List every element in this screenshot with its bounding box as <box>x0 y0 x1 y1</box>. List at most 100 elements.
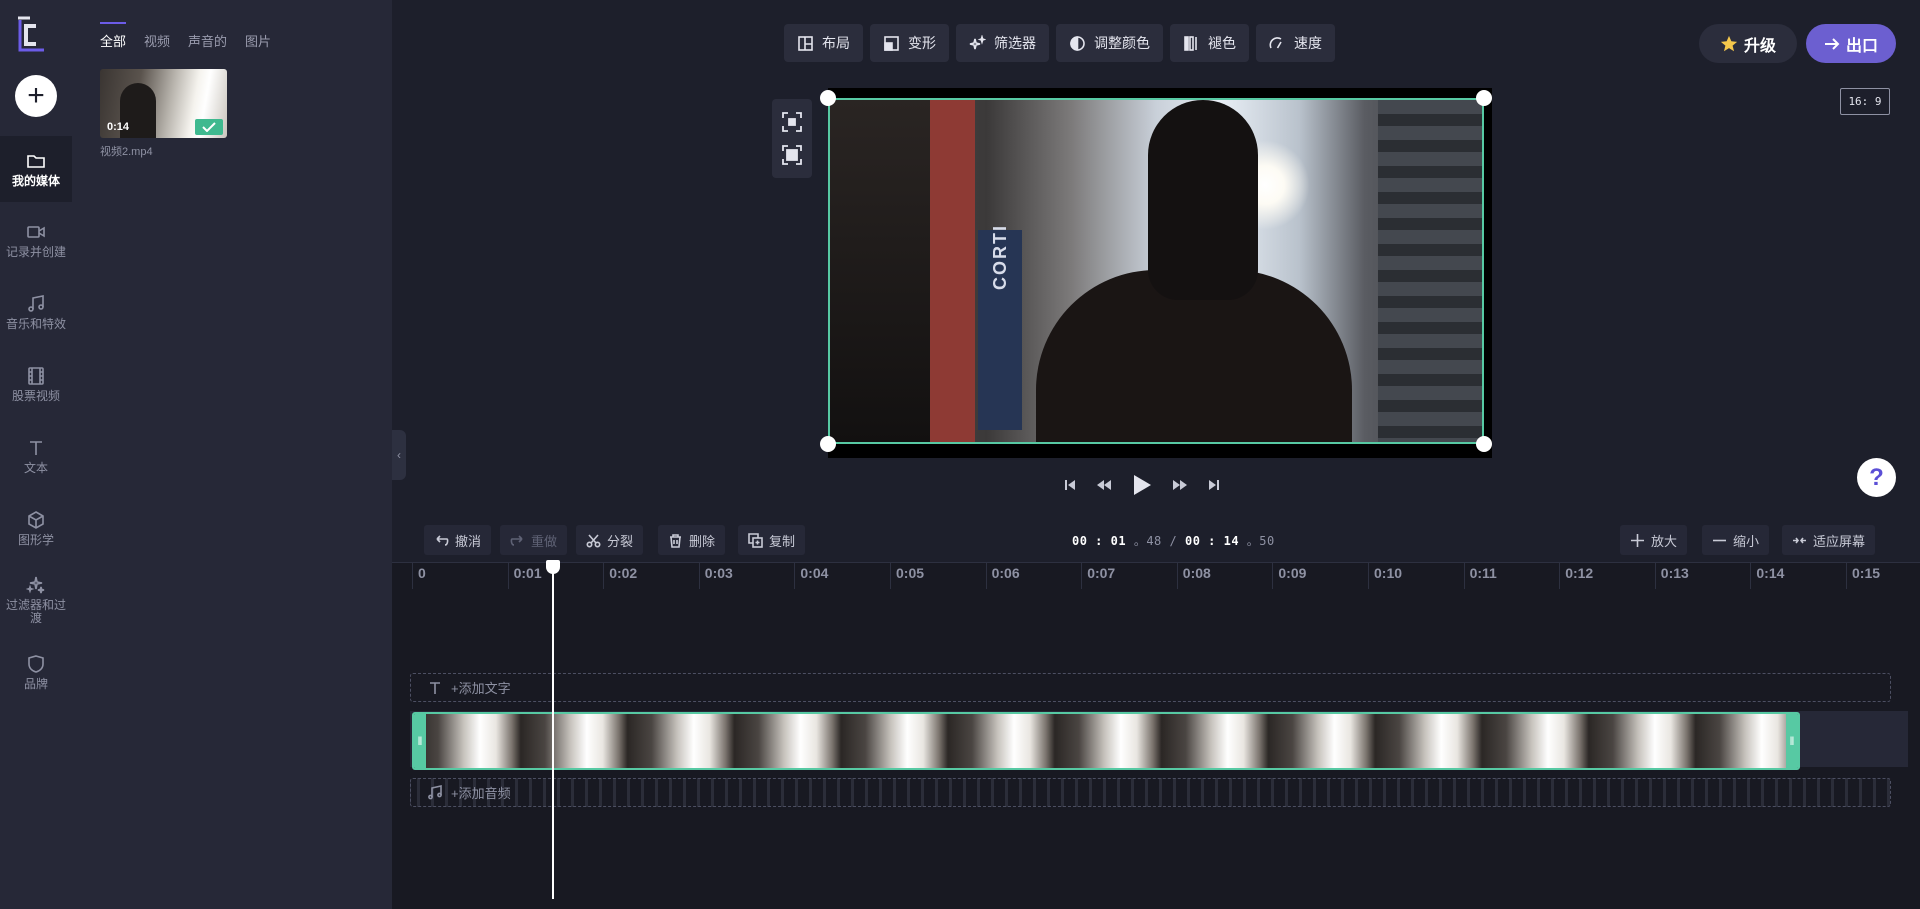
speed-label: 速度 <box>1294 35 1322 51</box>
ruler-tick-label: 0:12 <box>1565 565 1594 581</box>
fit-frame-icon[interactable] <box>781 111 803 133</box>
app-logo-icon[interactable] <box>14 16 58 56</box>
music-icon <box>428 784 442 799</box>
undo-button[interactable]: 撤消 <box>424 525 492 555</box>
ruler-tick-line <box>698 563 700 589</box>
ruler-tick-label: 0:06 <box>991 565 1020 581</box>
rail-item-label: 我的媒体 <box>11 173 60 188</box>
cube-icon <box>28 510 44 529</box>
filters-button[interactable]: 筛选器 <box>956 24 1049 62</box>
video-clip[interactable]: ‖ ‖ <box>412 712 1800 770</box>
tab-images[interactable]: 图片 <box>245 22 271 57</box>
fast-forward-icon[interactable] <box>1172 479 1188 491</box>
upgrade-button[interactable]: 升级 <box>1699 24 1797 63</box>
aspect-ratio-button[interactable]: 16: 9 <box>1840 88 1890 115</box>
delete-button[interactable]: 删除 <box>658 525 726 555</box>
transform-label: 变形 <box>908 35 936 51</box>
text-icon <box>30 440 42 455</box>
tab-all[interactable]: 全部 <box>100 22 127 57</box>
zoom-out-button[interactable]: 缩小 <box>1702 525 1770 555</box>
speed-button[interactable]: 速度 <box>1256 24 1335 62</box>
clip-trim-handle-left[interactable]: ‖ <box>414 714 426 768</box>
duplicate-icon <box>748 532 763 548</box>
rail-item-record[interactable]: 记录并创建 <box>0 207 72 273</box>
ruler-tick-line <box>1654 563 1656 589</box>
thumbnail-filename: 视频2.mp4 <box>100 146 153 158</box>
skip-to-end-icon[interactable] <box>1208 479 1220 491</box>
transform-button[interactable]: 变形 <box>870 24 949 62</box>
add-text-track[interactable]: +添加文字 <box>410 673 1891 702</box>
current-seconds: 01 <box>1110 534 1127 548</box>
ruler-tick-label: 0:09 <box>1278 565 1307 581</box>
add-text-label: +添加文字 <box>451 681 511 696</box>
fit-screen-button[interactable]: 适应屏幕 <box>1782 525 1876 555</box>
rail-item-brand[interactable]: 品牌 <box>0 639 72 705</box>
playhead-handle[interactable] <box>546 560 560 574</box>
ruler-tick-label: 0:11 <box>1469 565 1497 581</box>
split-button[interactable]: 分裂 <box>576 525 644 555</box>
rewind-icon[interactable] <box>1096 479 1112 491</box>
ruler-tick-line <box>507 563 509 589</box>
export-label: 出口 <box>1845 37 1878 55</box>
resize-handle-top-left[interactable] <box>820 90 836 106</box>
fade-button[interactable]: 褪色 <box>1170 24 1249 62</box>
ruler-tick-line <box>794 563 796 589</box>
ruler-tick-label: 0:01 <box>513 565 542 581</box>
split-label: 分裂 <box>607 533 634 549</box>
timeline-ruler[interactable]: 0 0:01 0:02 0:03 0:04 0:05 0:06 0:07 0:08 0:09 0:1… <box>392 562 1920 589</box>
timeline-toolbar: 撤消 重做 分裂 删除 复制 00 : 01 。48 / 00 : 14 。50… <box>392 518 1920 562</box>
ruler-tick-label: 0:10 <box>1374 565 1403 581</box>
ruler-tick-line <box>1368 563 1369 589</box>
ruler-tick-line <box>985 563 987 589</box>
preview-person-head <box>1148 100 1258 300</box>
add-media-button[interactable]: + <box>15 75 57 117</box>
filters-label: 筛选器 <box>994 35 1036 51</box>
skip-to-start-icon[interactable] <box>1064 479 1076 491</box>
resize-handle-bottom-right[interactable] <box>1476 436 1492 452</box>
tab-audio[interactable]: 声音的 <box>188 22 227 57</box>
total-minutes: 00 <box>1184 534 1201 548</box>
media-thumbnail[interactable]: 0:14 <box>100 69 227 138</box>
rail-item-my-media[interactable]: 我的媒体 <box>0 136 72 202</box>
shield-icon <box>28 654 44 673</box>
rail-item-label: 品牌 <box>23 676 48 691</box>
ruler-tick-label: 0:13 <box>1660 565 1689 581</box>
rail-item-music[interactable]: 音乐和特效 <box>0 279 72 345</box>
duplicate-button[interactable]: 复制 <box>738 525 806 555</box>
fill-frame-icon[interactable] <box>781 144 803 166</box>
rail-item-label: 音乐和特效 <box>5 316 66 331</box>
rail-item-text[interactable]: 文本 <box>0 423 72 489</box>
adjust-color-button[interactable]: 调整颜色 <box>1056 24 1163 62</box>
scissors-icon <box>586 533 601 548</box>
adjust-color-label: 调整颜色 <box>1094 35 1150 51</box>
layout-button[interactable]: 布局 <box>784 24 863 62</box>
ruler-tick-line <box>1272 563 1274 589</box>
ruler-tick-label: 0:02 <box>609 565 638 581</box>
folder-icon <box>27 154 45 168</box>
left-rail: + 我的媒体 记录并创建 音乐和特效 股票视频 文本 图形学 过滤器和过渡 品牌 <box>0 0 72 909</box>
add-audio-label: +添加音频 <box>451 786 511 801</box>
export-button[interactable]: 出口 <box>1806 24 1896 63</box>
star-icon <box>1720 35 1738 51</box>
help-button[interactable]: ? <box>1857 458 1896 497</box>
clip-trim-handle-right[interactable]: ‖ <box>1786 714 1798 768</box>
tab-video[interactable]: 视频 <box>144 22 170 57</box>
resize-handle-top-right[interactable] <box>1476 90 1492 106</box>
zoom-in-button[interactable]: 放大 <box>1620 525 1688 555</box>
fade-label: 褪色 <box>1208 35 1236 51</box>
check-icon <box>195 119 223 135</box>
rail-item-graphics[interactable]: 图形学 <box>0 495 72 561</box>
video-preview[interactable]: CORTI <box>828 98 1484 444</box>
thumbnail-duration: 0:14 <box>107 121 130 133</box>
preview-building-mid <box>930 100 975 442</box>
collapse-panel-handle[interactable]: ‹ <box>392 430 406 480</box>
resize-handle-bottom-left[interactable] <box>820 436 836 452</box>
film-icon <box>28 366 44 385</box>
redo-button[interactable]: 重做 <box>500 525 568 555</box>
play-icon[interactable] <box>1132 474 1152 496</box>
rail-item-label: 过滤器和过渡 <box>5 598 66 625</box>
rail-item-filters[interactable]: 过滤器和过渡 <box>0 567 72 633</box>
rail-item-stock-video[interactable]: 股票视频 <box>0 351 72 417</box>
ruler-tick-label: 0:05 <box>896 565 925 581</box>
add-audio-track[interactable]: +添加音频 <box>410 778 1891 807</box>
